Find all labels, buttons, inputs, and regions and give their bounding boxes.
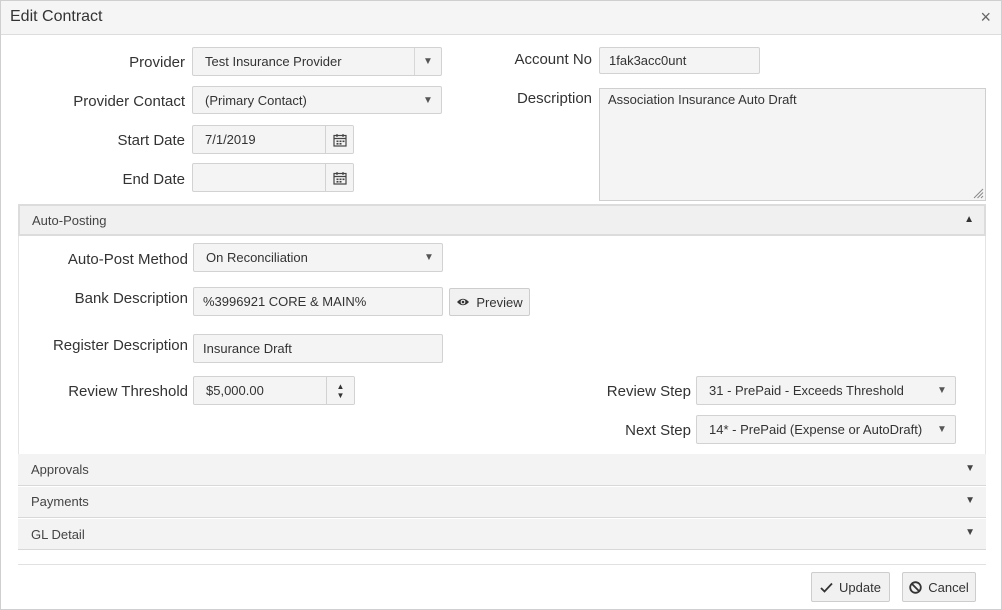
- close-icon[interactable]: ×: [980, 7, 991, 28]
- spinner-icon[interactable]: ▲ ▼: [326, 377, 354, 404]
- provider-contact-label: Provider Contact: [73, 93, 185, 110]
- auto-post-method-label: Auto-Post Method: [67, 251, 188, 268]
- chevron-down-icon: ▼: [424, 252, 434, 263]
- review-step-select[interactable]: 31 - PrePaid - Exceeds Threshold ▼: [696, 376, 956, 405]
- provider-select[interactable]: Test Insurance Provider ▼: [192, 47, 442, 76]
- provider-select-value: Test Insurance Provider: [205, 54, 342, 69]
- ban-icon: [909, 580, 922, 594]
- section-title-payments: Payments: [31, 494, 89, 509]
- check-icon: [820, 582, 833, 593]
- calendar-icon[interactable]: [325, 126, 353, 153]
- next-step-value: 14* - PrePaid (Expense or AutoDraft): [709, 422, 923, 437]
- section-header-approvals[interactable]: Approvals ▼: [18, 454, 986, 486]
- next-step-select[interactable]: 14* - PrePaid (Expense or AutoDraft) ▼: [696, 415, 956, 444]
- auto-post-method-select[interactable]: On Reconciliation ▼: [193, 243, 443, 272]
- update-button[interactable]: Update: [811, 572, 890, 602]
- description-label: Description: [516, 90, 592, 107]
- section-header-payments[interactable]: Payments ▼: [18, 487, 986, 518]
- caret-down-icon: ▼: [965, 495, 975, 506]
- account-no-input[interactable]: 1fak3acc0unt: [599, 47, 760, 74]
- chevron-down-icon: ▼: [937, 385, 947, 396]
- description-textarea[interactable]: Association Insurance Auto Draft: [599, 88, 986, 201]
- provider-contact-select[interactable]: (Primary Contact) ▼: [192, 86, 442, 114]
- section-title-gl-detail: GL Detail: [31, 527, 85, 542]
- section-header-gl-detail[interactable]: GL Detail ▼: [18, 519, 986, 550]
- section-header-auto-posting[interactable]: Auto-Posting ▲: [18, 204, 986, 236]
- bank-description-input[interactable]: %3996921 CORE & MAIN%: [193, 287, 443, 316]
- auto-posting-panel: Auto-Post Method On Reconciliation ▼ Ban…: [18, 236, 986, 454]
- review-threshold-input[interactable]: $5,000.00 ▲ ▼: [193, 376, 355, 405]
- account-no-value: 1fak3acc0unt: [609, 53, 687, 68]
- cancel-button-label: Cancel: [928, 579, 969, 595]
- chevron-down-icon: ▼: [414, 48, 441, 75]
- caret-up-icon: ▲: [964, 214, 974, 225]
- chevron-down-icon: ▼: [937, 424, 947, 435]
- review-step-label: Review Step: [606, 383, 691, 400]
- description-value: Association Insurance Auto Draft: [608, 92, 797, 107]
- review-step-value: 31 - PrePaid - Exceeds Threshold: [709, 383, 904, 398]
- start-date-value: 7/1/2019: [205, 132, 256, 147]
- edit-contract-dialog: Edit Contract × Provider Test Insurance …: [0, 0, 1002, 610]
- register-description-label: Register Description: [52, 337, 188, 354]
- review-threshold-label: Review Threshold: [68, 383, 188, 400]
- calendar-icon[interactable]: [325, 164, 353, 191]
- preview-button-label: Preview: [476, 294, 523, 310]
- bank-description-value: %3996921 CORE & MAIN%: [203, 294, 367, 309]
- resize-grip-icon[interactable]: [972, 187, 984, 199]
- section-title-approvals: Approvals: [31, 462, 89, 477]
- auto-post-method-value: On Reconciliation: [206, 250, 308, 265]
- section-title-auto-posting: Auto-Posting: [32, 213, 107, 228]
- update-button-label: Update: [839, 579, 881, 595]
- chevron-down-icon: ▼: [423, 94, 433, 106]
- provider-contact-value: (Primary Contact): [205, 92, 307, 108]
- caret-down-icon: ▼: [965, 527, 975, 538]
- dialog-titlebar: Edit Contract ×: [1, 1, 1001, 35]
- register-description-input[interactable]: Insurance Draft: [193, 334, 443, 363]
- footer-divider: [18, 564, 986, 565]
- end-date-input[interactable]: [192, 163, 354, 192]
- register-description-value: Insurance Draft: [203, 341, 292, 356]
- bank-description-label: Bank Description: [74, 290, 188, 307]
- provider-label: Provider: [129, 54, 185, 71]
- next-step-label: Next Step: [625, 422, 691, 439]
- eye-icon: [457, 298, 470, 306]
- dialog-title: Edit Contract: [10, 8, 103, 25]
- cancel-button[interactable]: Cancel: [902, 572, 976, 602]
- preview-button[interactable]: Preview: [449, 288, 530, 316]
- start-date-label: Start Date: [117, 132, 185, 149]
- review-threshold-value: $5,000.00: [206, 383, 264, 398]
- caret-down-icon: ▼: [965, 463, 975, 474]
- end-date-label: End Date: [122, 171, 185, 188]
- start-date-input[interactable]: 7/1/2019: [192, 125, 354, 154]
- account-no-label: Account No: [514, 51, 592, 68]
